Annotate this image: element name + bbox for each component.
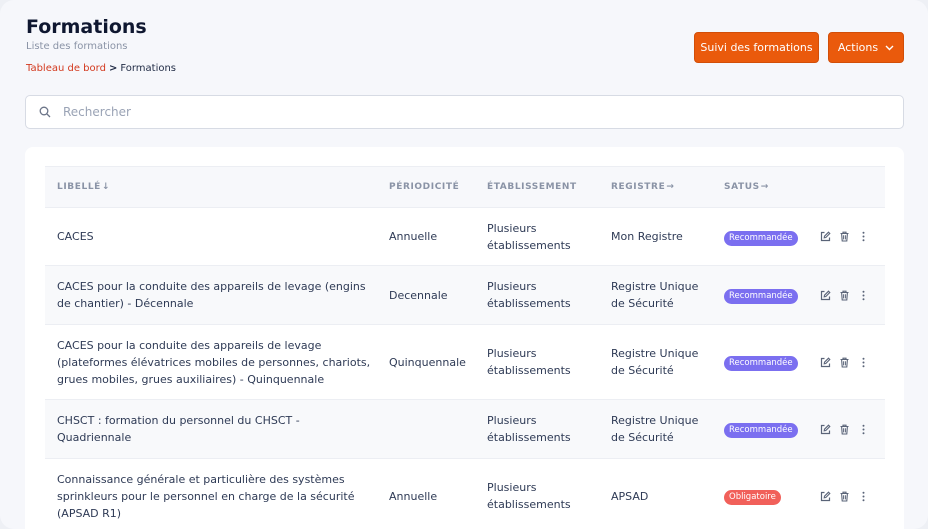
cell-registre: Registre Unique de Sécurité bbox=[599, 399, 712, 459]
page-title: Formations bbox=[26, 16, 147, 38]
trash-icon[interactable] bbox=[839, 424, 850, 435]
edit-icon[interactable] bbox=[820, 423, 831, 435]
cell-registre: Registre Unique de Sécurité bbox=[599, 324, 712, 400]
table-header-row: LIBELLÉ↓ PÉRIODICITÉ ÉTABLISSEMENT REGIS… bbox=[45, 166, 885, 208]
trash-icon[interactable] bbox=[839, 231, 850, 242]
table-row[interactable]: Connaissance générale et particulière de… bbox=[45, 458, 885, 529]
status-badge: Recommandée bbox=[724, 423, 798, 438]
column-header-libelle[interactable]: LIBELLÉ↓ bbox=[45, 166, 377, 208]
more-vertical-icon[interactable] bbox=[858, 424, 869, 435]
cell-actions bbox=[806, 324, 885, 400]
cell-statut: Recommandée bbox=[712, 207, 806, 266]
actions-button[interactable]: Actions bbox=[828, 32, 904, 63]
search-input[interactable] bbox=[63, 105, 843, 119]
status-badge: Recommandée bbox=[724, 230, 798, 246]
status-badge: Recommandée bbox=[724, 356, 798, 371]
cell-registre: Registre Unique de Sécurité bbox=[599, 265, 712, 325]
arrow-right-icon: → bbox=[760, 182, 769, 192]
edit-icon[interactable] bbox=[820, 356, 831, 368]
formations-table: LIBELLÉ↓ PÉRIODICITÉ ÉTABLISSEMENT REGIS… bbox=[45, 166, 885, 529]
cell-actions bbox=[806, 207, 885, 266]
cell-etablissement: Plusieurs établissements bbox=[475, 324, 599, 400]
cell-actions bbox=[806, 399, 885, 459]
cell-registre: APSAD bbox=[599, 458, 712, 529]
cell-libelle: CACES pour la conduite des appareils de … bbox=[45, 265, 377, 325]
column-header-etablissement[interactable]: ÉTABLISSEMENT bbox=[475, 166, 599, 208]
cell-etablissement: Plusieurs établissements bbox=[475, 399, 599, 459]
cell-actions bbox=[806, 265, 885, 325]
breadcrumb-link-dashboard[interactable]: Tableau de bord bbox=[26, 63, 106, 74]
cell-periodicite: Quinquennale bbox=[377, 324, 475, 400]
cell-statut: Recommandée bbox=[712, 265, 806, 325]
cell-statut: Recommandée bbox=[712, 324, 806, 400]
table-row[interactable]: CACES Annuelle Plusieurs établissements … bbox=[45, 207, 885, 266]
chevron-down-icon bbox=[885, 45, 894, 51]
table-row[interactable]: CACES pour la conduite des appareils de … bbox=[45, 265, 885, 325]
trash-icon[interactable] bbox=[839, 491, 850, 502]
cell-libelle: Connaissance générale et particulière de… bbox=[45, 458, 377, 529]
breadcrumb-separator: > bbox=[108, 63, 118, 74]
column-header-periodicite[interactable]: PÉRIODICITÉ bbox=[377, 166, 475, 208]
cell-libelle: CHSCT : formation du personnel du CHSCT … bbox=[45, 399, 377, 459]
cell-registre: Mon Registre bbox=[599, 207, 712, 266]
arrow-down-icon: ↓ bbox=[101, 182, 111, 192]
edit-icon[interactable] bbox=[820, 289, 831, 301]
edit-icon[interactable] bbox=[820, 231, 831, 242]
cell-periodicite: Annuelle bbox=[377, 458, 475, 529]
cell-periodicite bbox=[377, 399, 475, 459]
trash-icon[interactable] bbox=[839, 357, 850, 368]
more-vertical-icon[interactable] bbox=[858, 231, 869, 242]
suivi-formations-button[interactable]: Suivi des formations bbox=[694, 32, 819, 63]
status-badge: Recommandée bbox=[724, 289, 798, 304]
more-vertical-icon[interactable] bbox=[858, 357, 869, 368]
cell-etablissement: Plusieurs établissements bbox=[475, 265, 599, 325]
cell-periodicite: Annuelle bbox=[377, 207, 475, 266]
cell-etablissement: Plusieurs établissements bbox=[475, 458, 599, 529]
cell-periodicite: Decennale bbox=[377, 265, 475, 325]
cell-statut: Obligatoire bbox=[712, 458, 806, 529]
cell-libelle: CACES pour la conduite des appareils de … bbox=[45, 324, 377, 400]
suivi-formations-label: Suivi des formations bbox=[700, 41, 813, 54]
breadcrumb-current: Formations bbox=[120, 63, 177, 74]
more-vertical-icon[interactable] bbox=[858, 491, 869, 502]
page-subtitle: Liste des formations bbox=[26, 41, 128, 52]
actions-label: Actions bbox=[837, 41, 879, 54]
table-row[interactable]: CACES pour la conduite des appareils de … bbox=[45, 324, 885, 400]
cell-actions bbox=[806, 458, 885, 529]
breadcrumb: Tableau de bord > Formations bbox=[26, 63, 176, 74]
table-row[interactable]: CHSCT : formation du personnel du CHSCT … bbox=[45, 399, 885, 459]
status-badge: Obligatoire bbox=[724, 490, 781, 506]
column-header-actions bbox=[806, 166, 885, 208]
app-window: Formations Liste des formations Tableau … bbox=[0, 0, 928, 529]
trash-icon[interactable] bbox=[839, 290, 850, 301]
formations-card: LIBELLÉ↓ PÉRIODICITÉ ÉTABLISSEMENT REGIS… bbox=[25, 147, 904, 529]
edit-icon[interactable] bbox=[820, 491, 831, 502]
search-icon bbox=[39, 106, 51, 118]
column-header-statut[interactable]: SATUS→ bbox=[712, 166, 806, 208]
cell-libelle: CACES bbox=[45, 207, 377, 266]
more-vertical-icon[interactable] bbox=[858, 290, 869, 301]
arrow-right-icon: → bbox=[666, 182, 675, 192]
column-header-registre[interactable]: REGISTRE→ bbox=[599, 166, 712, 208]
cell-etablissement: Plusieurs établissements bbox=[475, 207, 599, 266]
search-bar bbox=[25, 95, 904, 129]
cell-statut: Recommandée bbox=[712, 399, 806, 459]
